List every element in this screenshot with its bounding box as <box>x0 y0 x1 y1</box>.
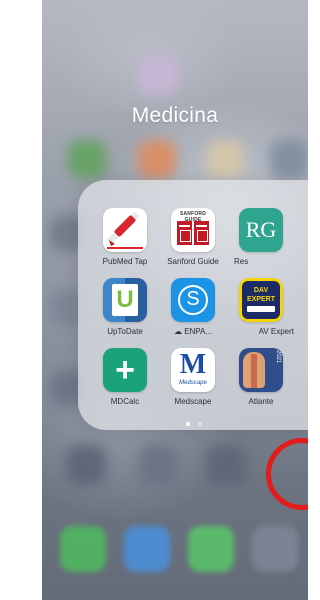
app-mdcalc[interactable]: + MDCalc <box>90 348 160 407</box>
app-label: Medscape <box>174 397 212 406</box>
app-uptodate[interactable]: U UpToDate <box>90 278 160 337</box>
enpa-icon-text: S <box>186 288 200 310</box>
page-dot <box>198 422 203 426</box>
app-label: ☁ ENPA... <box>158 327 228 337</box>
app-label: MDCalc <box>110 397 140 406</box>
mdcalc-icon-text: + <box>115 351 135 389</box>
folder-title[interactable]: Medicina <box>42 104 308 128</box>
app-enpa[interactable]: S ☁ ENPA... <box>158 278 228 337</box>
app-label: AV Expert <box>258 327 294 336</box>
uptodate-icon: U <box>103 278 147 322</box>
blurred-app-icon <box>68 140 106 178</box>
mail-icon[interactable] <box>124 526 170 572</box>
dock <box>52 526 308 590</box>
app-atlante[interactable]: 2021 Atlante <box>226 348 296 407</box>
dav-expert-icon-text: DAV EXPERT <box>246 287 275 303</box>
blurred-app-icon <box>66 445 106 485</box>
app-medscape[interactable]: M Medscape Medscape <box>158 348 228 407</box>
app-label: PubMed Tap <box>102 257 148 266</box>
mdcalc-icon: + <box>103 348 147 392</box>
blurred-app-icon <box>270 140 308 178</box>
blurred-app-icon <box>138 55 178 95</box>
cloud-download-icon: ☁ <box>173 327 182 336</box>
page-dot-active <box>186 422 190 426</box>
uptodate-icon-text: U <box>116 286 134 313</box>
messages-icon[interactable] <box>188 526 234 572</box>
page-indicator[interactable] <box>184 413 204 431</box>
medscape-icon: M Medscape <box>171 348 215 392</box>
app-dav-expert[interactable]: DAV EXPERT AV Expert <box>226 278 296 337</box>
researchgate-icon: RG <box>239 208 283 252</box>
atlante-icon-text: 2021 <box>275 350 281 364</box>
blurred-app-icon <box>138 140 176 178</box>
pubmed-tap-icon <box>103 208 147 252</box>
browser-icon[interactable] <box>252 526 298 572</box>
app-sanford-guide[interactable]: SANFORD GUIDE Sanford Guide <box>158 208 228 267</box>
app-folder: PubMed Tap SANFORD GUIDE Sanford Guide R… <box>78 180 308 510</box>
home-screen: Medicina PubMed Tap SANFORD GUIDE Sanfor… <box>42 0 308 600</box>
app-label: Sanford Guide <box>167 257 219 266</box>
sanford-guide-icon: SANFORD GUIDE <box>171 208 215 252</box>
app-label: Atlante <box>248 397 274 406</box>
dav-expert-icon: DAV EXPERT <box>239 278 283 322</box>
blurred-app-icon <box>206 445 246 485</box>
app-label: UpToDate <box>107 327 143 336</box>
blurred-app-icon <box>206 140 244 178</box>
medscape-icon-text: M <box>179 349 207 380</box>
researchgate-icon-text: RG <box>245 217 277 242</box>
atlante-anatomy-icon: 2021 <box>239 348 283 392</box>
app-pubmed-tap[interactable]: PubMed Tap <box>90 208 160 267</box>
app-label: Res <box>234 257 249 266</box>
app-label-text: ENPA... <box>184 327 213 336</box>
app-researchgate[interactable]: RG Res <box>226 208 296 267</box>
phone-icon[interactable] <box>60 526 106 572</box>
medscape-icon-subtext: Medscape <box>179 380 207 386</box>
blurred-app-icon <box>138 445 178 485</box>
enpa-icon: S <box>171 278 215 322</box>
highlight-circle <box>266 438 308 510</box>
